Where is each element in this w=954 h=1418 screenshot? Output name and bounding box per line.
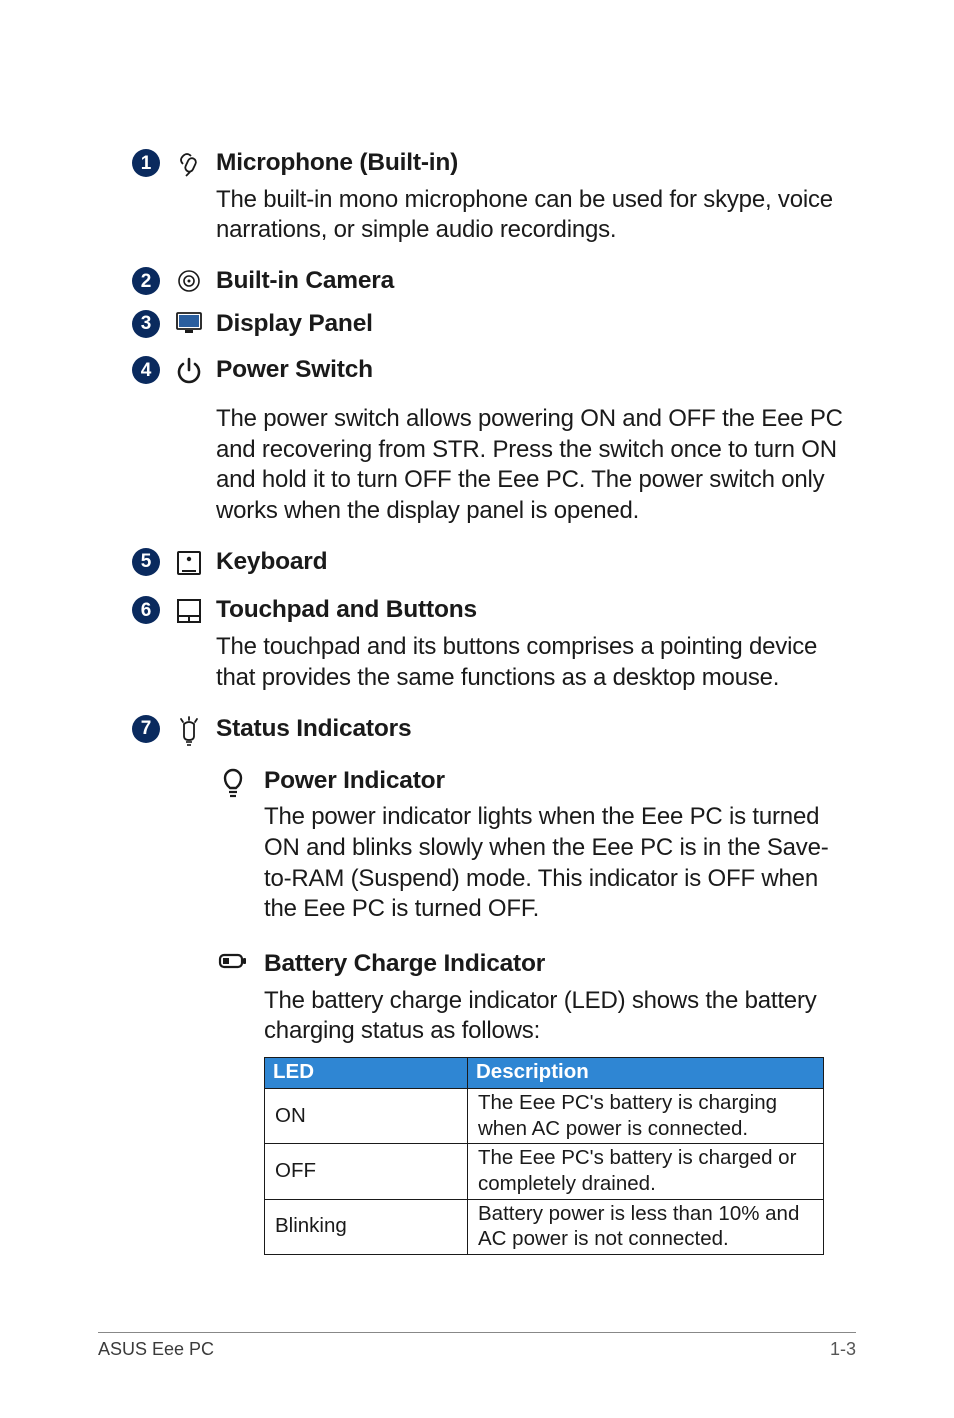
cell-desc: The Eee PC's battery is charged or compl… (468, 1144, 824, 1199)
badge-number: 6 (141, 601, 152, 620)
badge-3: 3 (132, 310, 160, 338)
badge-number: 7 (141, 719, 152, 738)
item-touchpad: 6 Touchpad and Buttons The touchpad and … (132, 595, 854, 693)
badge-number: 3 (141, 314, 152, 333)
sub-body: The battery charge indicator (LED) shows… (264, 986, 854, 1047)
sub-power-indicator: Power Indicator The power indicator ligh… (216, 766, 854, 926)
item-body: The built-in mono microphone can be used… (216, 185, 854, 246)
table-row: OFF The Eee PC's battery is charged or c… (265, 1144, 824, 1199)
power-icon (172, 357, 206, 385)
sub-title: Battery Charge Indicator (264, 949, 854, 980)
item-title: Touchpad and Buttons (216, 595, 854, 626)
item-title: Status Indicators (216, 714, 854, 745)
badge-2: 2 (132, 267, 160, 295)
status-icon (172, 716, 206, 748)
sub-title: Power Indicator (264, 766, 854, 797)
item-body: The power switch allows powering ON and … (216, 404, 854, 527)
cell-desc: The Eee PC's battery is charging when AC… (468, 1089, 824, 1144)
table-header-description: Description (468, 1058, 824, 1089)
sub-battery-indicator: Battery Charge Indicator The battery cha… (216, 949, 854, 1255)
cell-led: OFF (265, 1144, 468, 1199)
footer-left: ASUS Eee PC (98, 1339, 214, 1360)
bulb-icon (216, 768, 250, 798)
item-title: Keyboard (216, 547, 854, 578)
table-row: ON The Eee PC's battery is charging when… (265, 1089, 824, 1144)
item-title: Display Panel (216, 309, 854, 340)
item-power-switch: 4 Power Switch The power switch allows p… (132, 355, 854, 527)
keyboard-icon (172, 549, 206, 577)
badge-number: 4 (141, 361, 152, 380)
item-title: Microphone (Built-in) (216, 148, 854, 179)
battery-table: LED Description ON The Eee PC's battery … (264, 1057, 854, 1255)
badge-number: 2 (141, 272, 152, 291)
table-row: Blinking Battery power is less than 10% … (265, 1199, 824, 1254)
battery-icon (216, 951, 250, 971)
item-camera: 2 Built-in Camera (132, 266, 854, 297)
badge-number: 1 (141, 154, 152, 173)
badge-5: 5 (132, 548, 160, 576)
item-title: Built-in Camera (216, 266, 854, 297)
camera-icon (172, 268, 206, 294)
item-body: The touchpad and its buttons comprises a… (216, 632, 854, 693)
cell-led: Blinking (265, 1199, 468, 1254)
touchpad-icon (172, 597, 206, 625)
page-footer: ASUS Eee PC 1-3 (98, 1332, 856, 1360)
item-microphone: 1 Microphone (Built-in) The built-in mon… (132, 148, 854, 246)
item-title: Power Switch (216, 355, 854, 386)
cell-led: ON (265, 1089, 468, 1144)
item-display: 3 Display Panel (132, 309, 854, 340)
badge-7: 7 (132, 715, 160, 743)
footer-page-number: 1-3 (830, 1339, 856, 1360)
table-header-led: LED (265, 1058, 468, 1089)
item-status-indicators: 7 Status Indicators (132, 714, 854, 746)
display-icon (172, 311, 206, 335)
badge-1: 1 (132, 149, 160, 177)
badge-number: 5 (141, 552, 152, 571)
microphone-icon (172, 150, 206, 178)
cell-desc: Battery power is less than 10% and AC po… (468, 1199, 824, 1254)
badge-6: 6 (132, 596, 160, 624)
sub-body: The power indicator lights when the Eee … (264, 802, 854, 925)
item-keyboard: 5 Keyboard (132, 547, 854, 578)
badge-4: 4 (132, 356, 160, 384)
